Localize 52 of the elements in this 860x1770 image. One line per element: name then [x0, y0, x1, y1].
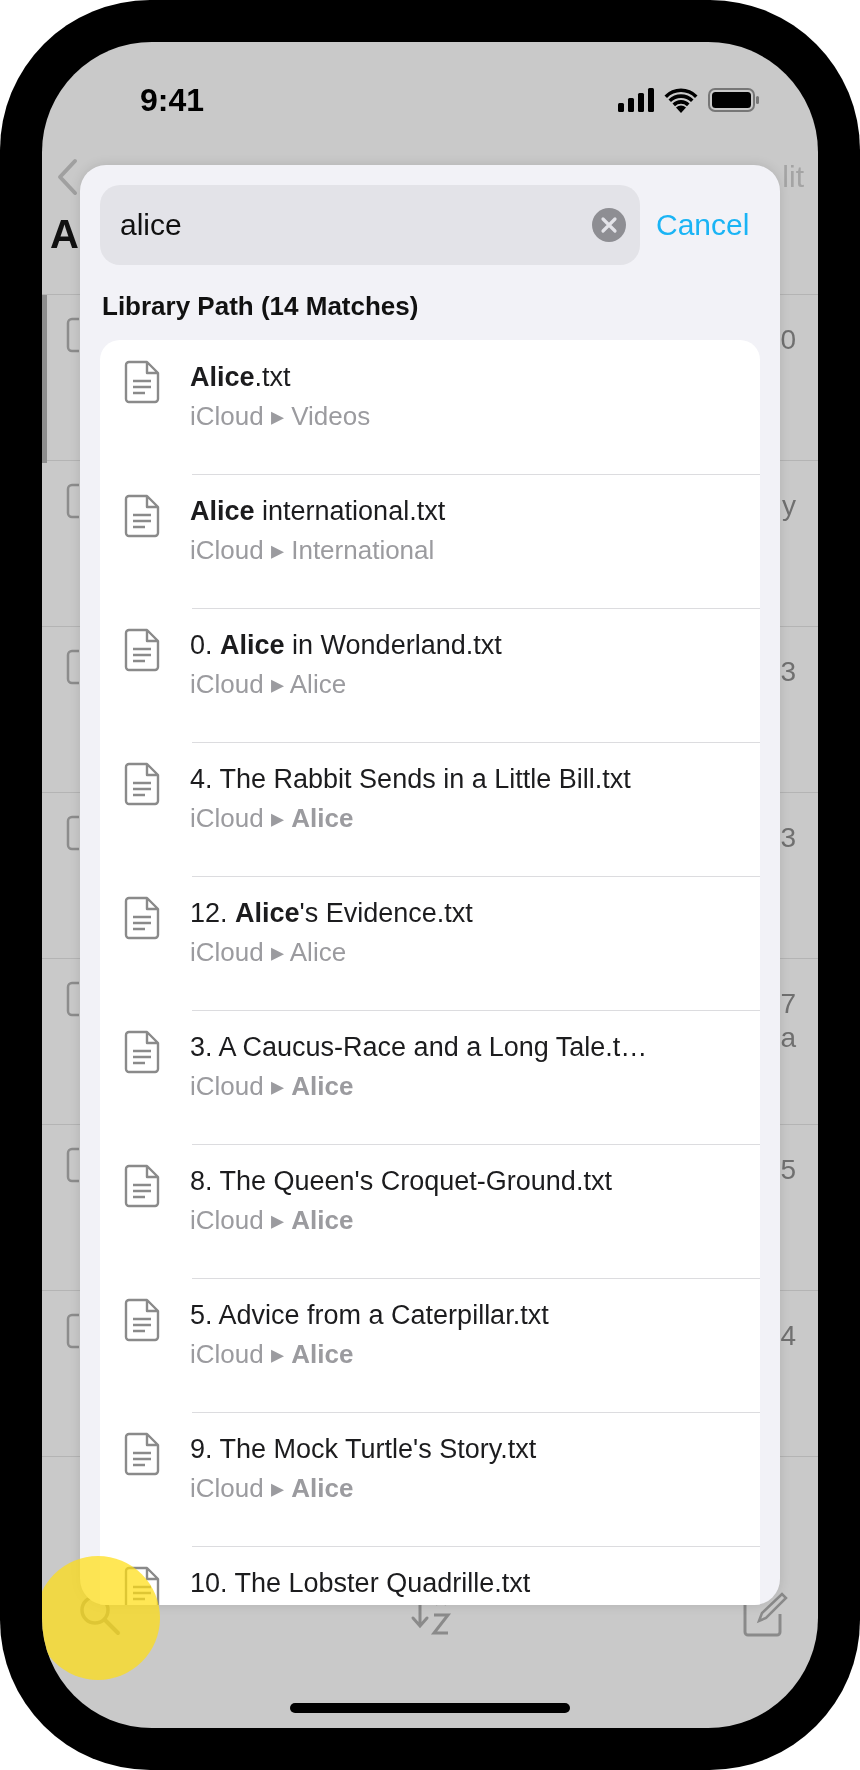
file-path: iCloud ▸ Alice [190, 668, 348, 700]
large-title: A [50, 212, 79, 256]
document-icon [124, 896, 160, 940]
row-detail: 3 [780, 821, 796, 855]
document-icon [124, 1164, 160, 1208]
file-path: iCloud ▸ Alice [190, 802, 355, 834]
cancel-button[interactable]: Cancel [656, 208, 750, 242]
document-icon [66, 1147, 79, 1183]
file-name: 5. Advice from a Caterpillar.txt [190, 1299, 549, 1332]
document-icon [124, 1030, 160, 1074]
file-name: 12. Alice's Evidence.txt [190, 897, 473, 930]
document-icon [66, 649, 79, 685]
file-path: iCloud ▸ Alice [190, 1204, 355, 1236]
document-icon [124, 762, 160, 806]
document-icon [66, 815, 79, 851]
document-icon [124, 628, 160, 672]
status-time: 9:41 [140, 81, 205, 119]
document-icon [124, 494, 160, 538]
document-icon [66, 483, 79, 519]
clear-icon[interactable] [592, 208, 626, 242]
document-icon [124, 360, 160, 404]
file-path: iCloud ▸ Alice [190, 936, 348, 968]
signal-icon [618, 88, 654, 112]
row-detail: 0 [780, 323, 796, 357]
file-path: iCloud ▸ Videos [190, 400, 371, 432]
file-name: 10. The Lobster Quadrille.txt [190, 1567, 531, 1600]
file-name: 8. The Queen's Croquet-Ground.txt [190, 1165, 612, 1198]
document-icon [124, 1298, 160, 1342]
search-field[interactable]: alice [100, 185, 640, 265]
file-name: 0. Alice in Wonderland.txt [190, 629, 502, 662]
wifi-icon [664, 87, 698, 113]
document-icon [66, 981, 79, 1017]
file-path: iCloud ▸ International [190, 534, 436, 566]
file-name: 4. The Rabbit Sends in a Little Bill.txt [190, 763, 631, 796]
row-detail: y [782, 489, 796, 523]
file-name: Alice international.txt [190, 495, 446, 528]
row-detail: 5 [780, 1153, 796, 1187]
file-name: Alice.txt [190, 361, 292, 394]
document-icon [66, 317, 79, 353]
file-path: iCloud ▸ Alice [190, 1338, 355, 1370]
document-icon [124, 1432, 160, 1476]
row-detail: 3 [780, 655, 796, 689]
battery-icon [708, 88, 760, 112]
section-header: Library Path (14 Matches) [102, 291, 420, 322]
row-detail: 7 [780, 987, 796, 1021]
file-path: iCloud ▸ Alice [190, 1472, 355, 1504]
file-name: 3. A Caucus-Race and a Long Tale.t… [190, 1031, 648, 1064]
file-name: 9. The Mock Turtle's Story.txt [190, 1433, 537, 1466]
file-path: iCloud ▸ Alice [190, 1070, 355, 1102]
document-icon [66, 1313, 79, 1349]
row-detail: a [780, 1021, 796, 1055]
row-detail: 4 [780, 1319, 796, 1353]
